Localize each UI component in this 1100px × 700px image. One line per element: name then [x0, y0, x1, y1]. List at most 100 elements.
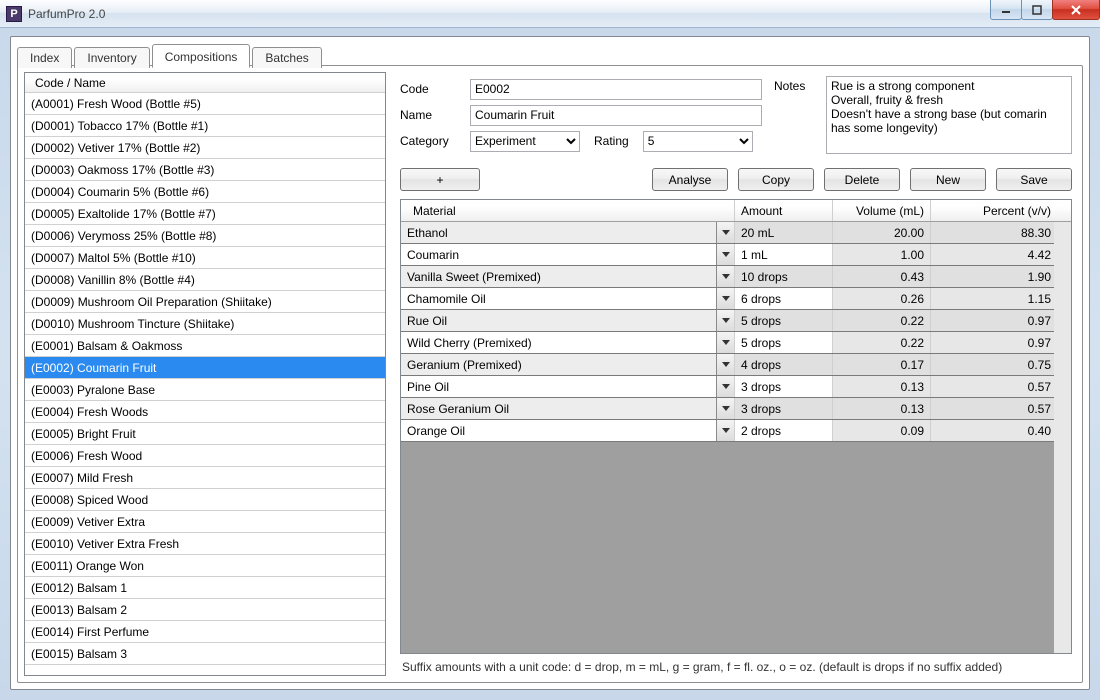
- list-item[interactable]: (E0011) Orange Won: [25, 555, 385, 577]
- window-maximize-button[interactable]: [1021, 0, 1053, 20]
- list-item[interactable]: (D0008) Vanillin 8% (Bottle #4): [25, 269, 385, 291]
- tab-index[interactable]: Index: [17, 47, 72, 68]
- material-dropdown-button[interactable]: [716, 420, 734, 441]
- grid-scrollbar[interactable]: [1054, 222, 1071, 653]
- list-item[interactable]: (D0002) Vetiver 17% (Bottle #2): [25, 137, 385, 159]
- list-item[interactable]: (A0001) Fresh Wood (Bottle #5): [25, 93, 385, 115]
- analyse-button[interactable]: Analyse: [652, 168, 728, 191]
- material-cell[interactable]: Ethanol: [401, 222, 735, 243]
- list-item[interactable]: (D0001) Tobacco 17% (Bottle #1): [25, 115, 385, 137]
- volume-cell: 0.13: [833, 376, 931, 397]
- grid-header-volume[interactable]: Volume (mL): [833, 200, 931, 221]
- add-material-button[interactable]: +: [400, 168, 480, 191]
- material-cell[interactable]: Coumarin: [401, 244, 735, 265]
- table-row[interactable]: Chamomile Oil6 drops0.261.15: [401, 288, 1071, 310]
- rating-label: Rating: [594, 134, 629, 148]
- material-cell[interactable]: Orange Oil: [401, 420, 735, 441]
- material-dropdown-button[interactable]: [716, 376, 734, 397]
- compositions-list-header[interactable]: Code / Name: [25, 73, 385, 93]
- amount-cell[interactable]: 3 drops: [735, 376, 833, 397]
- list-item[interactable]: (E0007) Mild Fresh: [25, 467, 385, 489]
- material-dropdown-button[interactable]: [716, 354, 734, 375]
- copy-button[interactable]: Copy: [738, 168, 814, 191]
- amount-cell[interactable]: 6 drops: [735, 288, 833, 309]
- list-item[interactable]: (D0007) Maltol 5% (Bottle #10): [25, 247, 385, 269]
- window-title: ParfumPro 2.0: [28, 7, 105, 21]
- list-item[interactable]: (E0009) Vetiver Extra: [25, 511, 385, 533]
- list-item[interactable]: (D0006) Verymoss 25% (Bottle #8): [25, 225, 385, 247]
- grid-header-percent[interactable]: Percent (v/v): [931, 200, 1071, 221]
- name-input[interactable]: [470, 105, 762, 126]
- material-cell[interactable]: Chamomile Oil: [401, 288, 735, 309]
- list-item[interactable]: (D0004) Coumarin 5% (Bottle #6): [25, 181, 385, 203]
- volume-cell: 0.43: [833, 266, 931, 287]
- table-row[interactable]: Rue Oil5 drops0.220.97: [401, 310, 1071, 332]
- new-button[interactable]: New: [910, 168, 986, 191]
- grid-header-material[interactable]: Material: [401, 200, 735, 221]
- table-row[interactable]: Pine Oil3 drops0.130.57: [401, 376, 1071, 398]
- list-item[interactable]: (E0004) Fresh Woods: [25, 401, 385, 423]
- list-item[interactable]: (E0002) Coumarin Fruit: [25, 357, 385, 379]
- amount-cell[interactable]: 4 drops: [735, 354, 833, 375]
- list-item[interactable]: (E0003) Pyralone Base: [25, 379, 385, 401]
- volume-cell: 0.22: [833, 332, 931, 353]
- material-cell[interactable]: Vanilla Sweet (Premixed): [401, 266, 735, 287]
- category-select[interactable]: Experiment: [470, 131, 580, 152]
- list-item[interactable]: (E0012) Balsam 1: [25, 577, 385, 599]
- notes-textarea[interactable]: [826, 76, 1072, 154]
- amount-cell[interactable]: 1 mL: [735, 244, 833, 265]
- percent-cell: 0.57: [931, 376, 1071, 397]
- tab-compositions[interactable]: Compositions: [152, 44, 251, 68]
- grid-header-amount[interactable]: Amount: [735, 200, 833, 221]
- amount-cell[interactable]: 20 mL: [735, 222, 833, 243]
- amount-cell[interactable]: 5 drops: [735, 310, 833, 331]
- list-item[interactable]: (E0001) Balsam & Oakmoss: [25, 335, 385, 357]
- material-dropdown-button[interactable]: [716, 332, 734, 353]
- material-dropdown-button[interactable]: [716, 398, 734, 419]
- table-row[interactable]: Ethanol20 mL20.0088.30: [401, 222, 1071, 244]
- list-item[interactable]: (E0015) Balsam 3: [25, 643, 385, 665]
- code-input[interactable]: [470, 79, 762, 100]
- list-item[interactable]: (E0010) Vetiver Extra Fresh: [25, 533, 385, 555]
- material-cell[interactable]: Geranium (Premixed): [401, 354, 735, 375]
- material-dropdown-button[interactable]: [716, 244, 734, 265]
- materials-grid: Material Amount Volume (mL) Percent (v/v…: [400, 199, 1072, 654]
- amount-cell[interactable]: 10 drops: [735, 266, 833, 287]
- list-item[interactable]: (D0010) Mushroom Tincture (Shiitake): [25, 313, 385, 335]
- material-dropdown-button[interactable]: [716, 222, 734, 243]
- list-item[interactable]: (E0005) Bright Fruit: [25, 423, 385, 445]
- material-cell[interactable]: Wild Cherry (Premixed): [401, 332, 735, 353]
- compositions-list-body[interactable]: (A0001) Fresh Wood (Bottle #5)(D0001) To…: [25, 93, 385, 675]
- tab-batches[interactable]: Batches: [252, 47, 321, 68]
- material-cell[interactable]: Rose Geranium Oil: [401, 398, 735, 419]
- window-close-button[interactable]: [1052, 0, 1100, 20]
- table-row[interactable]: Wild Cherry (Premixed)5 drops0.220.97: [401, 332, 1071, 354]
- composition-detail-pane: Code Name Category Experiment Rating 5: [386, 66, 1082, 682]
- list-item[interactable]: (D0009) Mushroom Oil Preparation (Shiita…: [25, 291, 385, 313]
- material-cell[interactable]: Rue Oil: [401, 310, 735, 331]
- window-minimize-button[interactable]: [990, 0, 1022, 20]
- list-item[interactable]: (E0014) First Perfume: [25, 621, 385, 643]
- material-dropdown-button[interactable]: [716, 310, 734, 331]
- table-row[interactable]: Coumarin1 mL1.004.42: [401, 244, 1071, 266]
- amount-cell[interactable]: 2 drops: [735, 420, 833, 441]
- rating-select[interactable]: 5: [643, 131, 753, 152]
- amount-cell[interactable]: 5 drops: [735, 332, 833, 353]
- list-item[interactable]: (E0006) Fresh Wood: [25, 445, 385, 467]
- amount-cell[interactable]: 3 drops: [735, 398, 833, 419]
- material-dropdown-button[interactable]: [716, 266, 734, 287]
- table-row[interactable]: Orange Oil2 drops0.090.40: [401, 420, 1071, 442]
- code-label: Code: [400, 82, 466, 96]
- delete-button[interactable]: Delete: [824, 168, 900, 191]
- save-button[interactable]: Save: [996, 168, 1072, 191]
- list-item[interactable]: (D0003) Oakmoss 17% (Bottle #3): [25, 159, 385, 181]
- list-item[interactable]: (E0013) Balsam 2: [25, 599, 385, 621]
- table-row[interactable]: Vanilla Sweet (Premixed)10 drops0.431.90: [401, 266, 1071, 288]
- material-dropdown-button[interactable]: [716, 288, 734, 309]
- list-item[interactable]: (D0005) Exaltolide 17% (Bottle #7): [25, 203, 385, 225]
- table-row[interactable]: Geranium (Premixed)4 drops0.170.75: [401, 354, 1071, 376]
- table-row[interactable]: Rose Geranium Oil3 drops0.130.57: [401, 398, 1071, 420]
- list-item[interactable]: (E0008) Spiced Wood: [25, 489, 385, 511]
- tab-inventory[interactable]: Inventory: [74, 47, 149, 68]
- material-cell[interactable]: Pine Oil: [401, 376, 735, 397]
